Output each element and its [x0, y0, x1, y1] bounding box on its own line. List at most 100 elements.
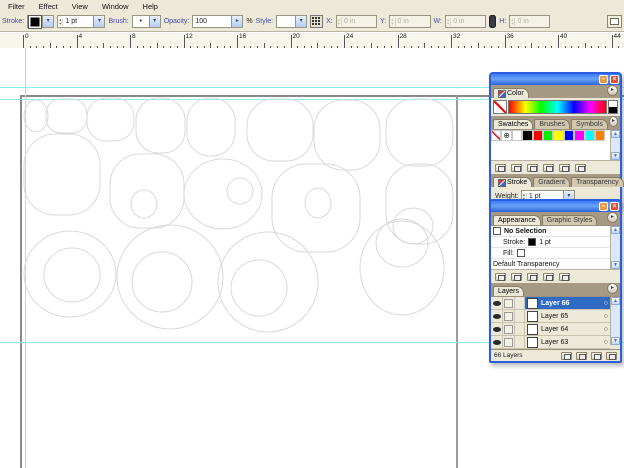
vector-shape[interactable] — [304, 187, 332, 219]
target-circle-icon[interactable]: ○ — [604, 326, 608, 333]
layers-scrollbar[interactable]: ▲ ▼ — [610, 297, 620, 345]
layer-name-cell[interactable]: Layer 65 ○ — [525, 310, 610, 322]
new-layer-icon[interactable] — [591, 351, 602, 360]
layer-row[interactable]: Layer 63 ○ — [491, 336, 610, 349]
chevron-down-icon[interactable]: ▾ — [93, 16, 105, 27]
delete-swatch-icon[interactable] — [575, 163, 586, 172]
appearance-row-stroke[interactable]: Stroke: 1 pt — [491, 237, 610, 248]
constrain-proportions-icon[interactable] — [489, 15, 497, 28]
y-field[interactable]: ▴ ▾ 0 in — [389, 15, 431, 28]
panel-options-icon[interactable]: ▸ — [607, 283, 618, 294]
tab-color[interactable]: Color — [493, 88, 529, 98]
lock-toggle[interactable] — [503, 323, 515, 335]
appearance-scrollbar[interactable]: ▲ ▼ — [610, 226, 620, 269]
swatch-0000ff[interactable] — [563, 130, 575, 141]
swatch-ff8000[interactable] — [594, 130, 606, 141]
stroke-weight-combo[interactable]: ▴ ▾ 1 pt ▾ — [57, 15, 106, 28]
lock-toggle[interactable] — [503, 310, 515, 322]
appearance-row-no-selection[interactable]: No Selection — [491, 226, 610, 237]
swatch-registration[interactable]: ⊕ — [501, 130, 512, 141]
new-art-basic-appearance-icon[interactable] — [495, 272, 506, 281]
vector-shape[interactable] — [23, 133, 101, 216]
vector-shape[interactable] — [359, 220, 445, 316]
tab-graphic-styles[interactable]: Graphic Styles — [541, 215, 598, 225]
minimize-icon[interactable]: – — [599, 75, 608, 84]
menu-filter[interactable]: Filter — [8, 2, 25, 11]
panel-options-icon[interactable]: ▸ — [608, 116, 618, 127]
show-color-swatches-icon[interactable] — [511, 163, 522, 172]
panel-options-icon[interactable]: ▸ — [607, 85, 618, 96]
vector-shape[interactable] — [385, 98, 454, 167]
vector-shape[interactable] — [109, 153, 185, 229]
h-value[interactable]: 0 in — [515, 18, 549, 25]
scroll-down-icon[interactable]: ▼ — [611, 337, 620, 345]
duplicate-item-icon[interactable] — [527, 272, 538, 281]
layer-row[interactable]: Layer 65 ○ — [491, 310, 610, 323]
menu-view[interactable]: View — [72, 2, 88, 11]
swatch-none[interactable] — [491, 130, 502, 141]
swatch-ff0000[interactable] — [532, 130, 543, 141]
stroke-color-dropdown[interactable]: ▾ — [27, 14, 55, 29]
vector-shape[interactable] — [313, 99, 381, 171]
vector-shape[interactable] — [246, 98, 314, 162]
clear-appearance-icon[interactable] — [511, 272, 522, 281]
stroke-label[interactable]: Stroke: — [2, 18, 24, 25]
tab-layers[interactable]: Layers — [493, 286, 525, 296]
swatch-000000[interactable] — [522, 130, 533, 141]
appearance-row-transparency[interactable]: Default Transparency — [491, 259, 610, 269]
color-spectrum-bar[interactable] — [508, 100, 607, 114]
close-icon[interactable]: × — [610, 202, 619, 211]
white-black-swatches[interactable] — [608, 100, 618, 114]
menu-effect[interactable]: Effect — [39, 2, 58, 11]
layer-name-cell[interactable]: Layer 66 ○ — [525, 297, 610, 309]
stroke-weight-value[interactable]: 1 pt — [63, 18, 93, 25]
scroll-up-icon[interactable]: ▲ — [611, 297, 620, 305]
layer-name-cell[interactable]: Layer 63 ○ — [525, 336, 610, 348]
visibility-eye-icon[interactable] — [491, 323, 503, 335]
tab-transparency[interactable]: Transparency — [571, 177, 624, 187]
vector-shape[interactable] — [183, 158, 263, 230]
w-field[interactable]: ▴ ▾ 0 in — [444, 15, 487, 28]
delete-item-icon[interactable] — [559, 272, 570, 281]
swatch-00ffff[interactable] — [584, 130, 595, 141]
menu-help[interactable]: Help — [143, 2, 158, 11]
y-value[interactable]: 0 in — [396, 18, 430, 25]
vector-shape[interactable] — [385, 163, 454, 245]
scroll-up-icon[interactable]: ▲ — [611, 130, 620, 138]
scroll-down-icon[interactable]: ▼ — [611, 152, 620, 160]
delete-layer-icon[interactable] — [606, 351, 617, 360]
go-to-bridge-icon[interactable] — [607, 15, 622, 28]
canvas-area[interactable]: – × Color ▸ Swatches Brushes Symbols ▸ ⊕… — [0, 48, 624, 468]
swatch-ff00ff[interactable] — [574, 130, 585, 141]
opacity-value[interactable]: 100 — [193, 18, 231, 25]
make-clipping-mask-icon[interactable] — [561, 351, 572, 360]
layer-row[interactable]: Layer 64 ○ — [491, 323, 610, 336]
appearance-layers-window[interactable]: – × Appearance Graphic Styles ▸ No Selec… — [489, 199, 622, 363]
palette-title-bar[interactable]: – × — [491, 201, 620, 212]
vector-shape[interactable] — [23, 99, 49, 133]
tab-stroke[interactable]: Stroke — [493, 177, 533, 187]
none-color-swatch[interactable] — [493, 100, 507, 114]
brush-combo[interactable]: • ▾ — [131, 15, 161, 28]
vector-shape[interactable] — [135, 97, 186, 154]
new-swatch-icon[interactable] — [559, 163, 570, 172]
style-combo[interactable]: ▾ — [276, 15, 308, 28]
h-field[interactable]: ▴ ▾ 0 in — [509, 15, 551, 28]
layer-name-cell[interactable]: Layer 64 ○ — [525, 323, 610, 335]
scroll-down-icon[interactable]: ▼ — [611, 261, 620, 269]
swatches-scrollbar[interactable]: ▲ ▼ — [610, 130, 620, 160]
vector-shape[interactable] — [43, 247, 101, 303]
new-sublayer-icon[interactable] — [576, 351, 587, 360]
show-pattern-swatches-icon[interactable] — [543, 163, 554, 172]
visibility-eye-icon[interactable] — [491, 297, 503, 309]
vector-shape[interactable] — [271, 163, 361, 253]
lock-toggle[interactable] — [503, 336, 515, 348]
tab-brushes[interactable]: Brushes — [534, 119, 571, 129]
appearance-row-fill[interactable]: Fill: — [491, 248, 610, 259]
tab-gradient[interactable]: Gradient — [533, 177, 571, 187]
panel-options-icon[interactable]: ▸ — [607, 212, 618, 223]
vector-shape[interactable] — [131, 251, 193, 313]
vector-shape[interactable] — [45, 98, 88, 134]
vector-shape[interactable] — [23, 230, 117, 318]
swatch-00ee00[interactable] — [542, 130, 554, 141]
